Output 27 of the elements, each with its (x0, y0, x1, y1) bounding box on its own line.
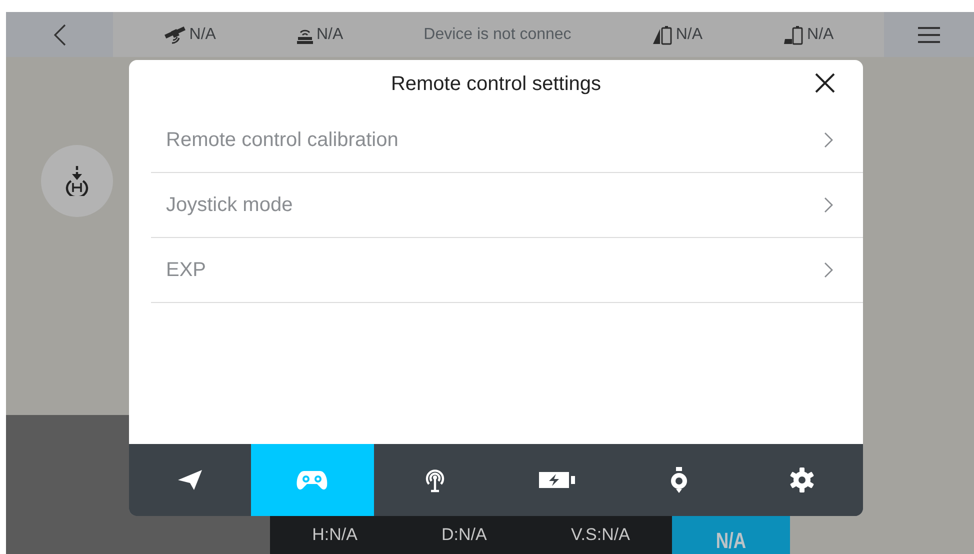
settings-row[interactable]: Remote control calibration (151, 108, 863, 173)
chevron-icon (824, 197, 833, 213)
battery-icon (783, 24, 806, 44)
telemetry-reading: V.S:N/A (571, 525, 630, 545)
telemetry-reading: H:N/A (312, 525, 358, 545)
status-value: N/A (316, 26, 344, 44)
chevron-icon (824, 262, 833, 278)
settings-icon (788, 467, 815, 493)
dialog-title: Remote control settings (390, 72, 602, 96)
status-message: Device is not connec (424, 26, 572, 44)
chevron-icon (824, 132, 833, 148)
gimbal-camera-icon (669, 467, 690, 493)
back-icon[interactable] (54, 24, 66, 46)
gamepad-icon (296, 469, 328, 491)
home-landing-icon (63, 166, 91, 196)
settings-row[interactable]: Joystick mode (151, 173, 863, 238)
battery-icon (652, 24, 674, 44)
status-value: N/A (807, 26, 834, 44)
telemetry-reading: D:N/A (442, 525, 487, 545)
settings-row[interactable]: EXP (151, 238, 863, 303)
paper-plane-icon (177, 469, 204, 491)
close-icon (815, 72, 835, 92)
menu-icon[interactable] (918, 26, 940, 42)
battery-icon (539, 471, 576, 489)
status-value: N/A (676, 26, 703, 44)
satellite-icon (163, 26, 188, 44)
status-value: N/A (189, 26, 216, 44)
